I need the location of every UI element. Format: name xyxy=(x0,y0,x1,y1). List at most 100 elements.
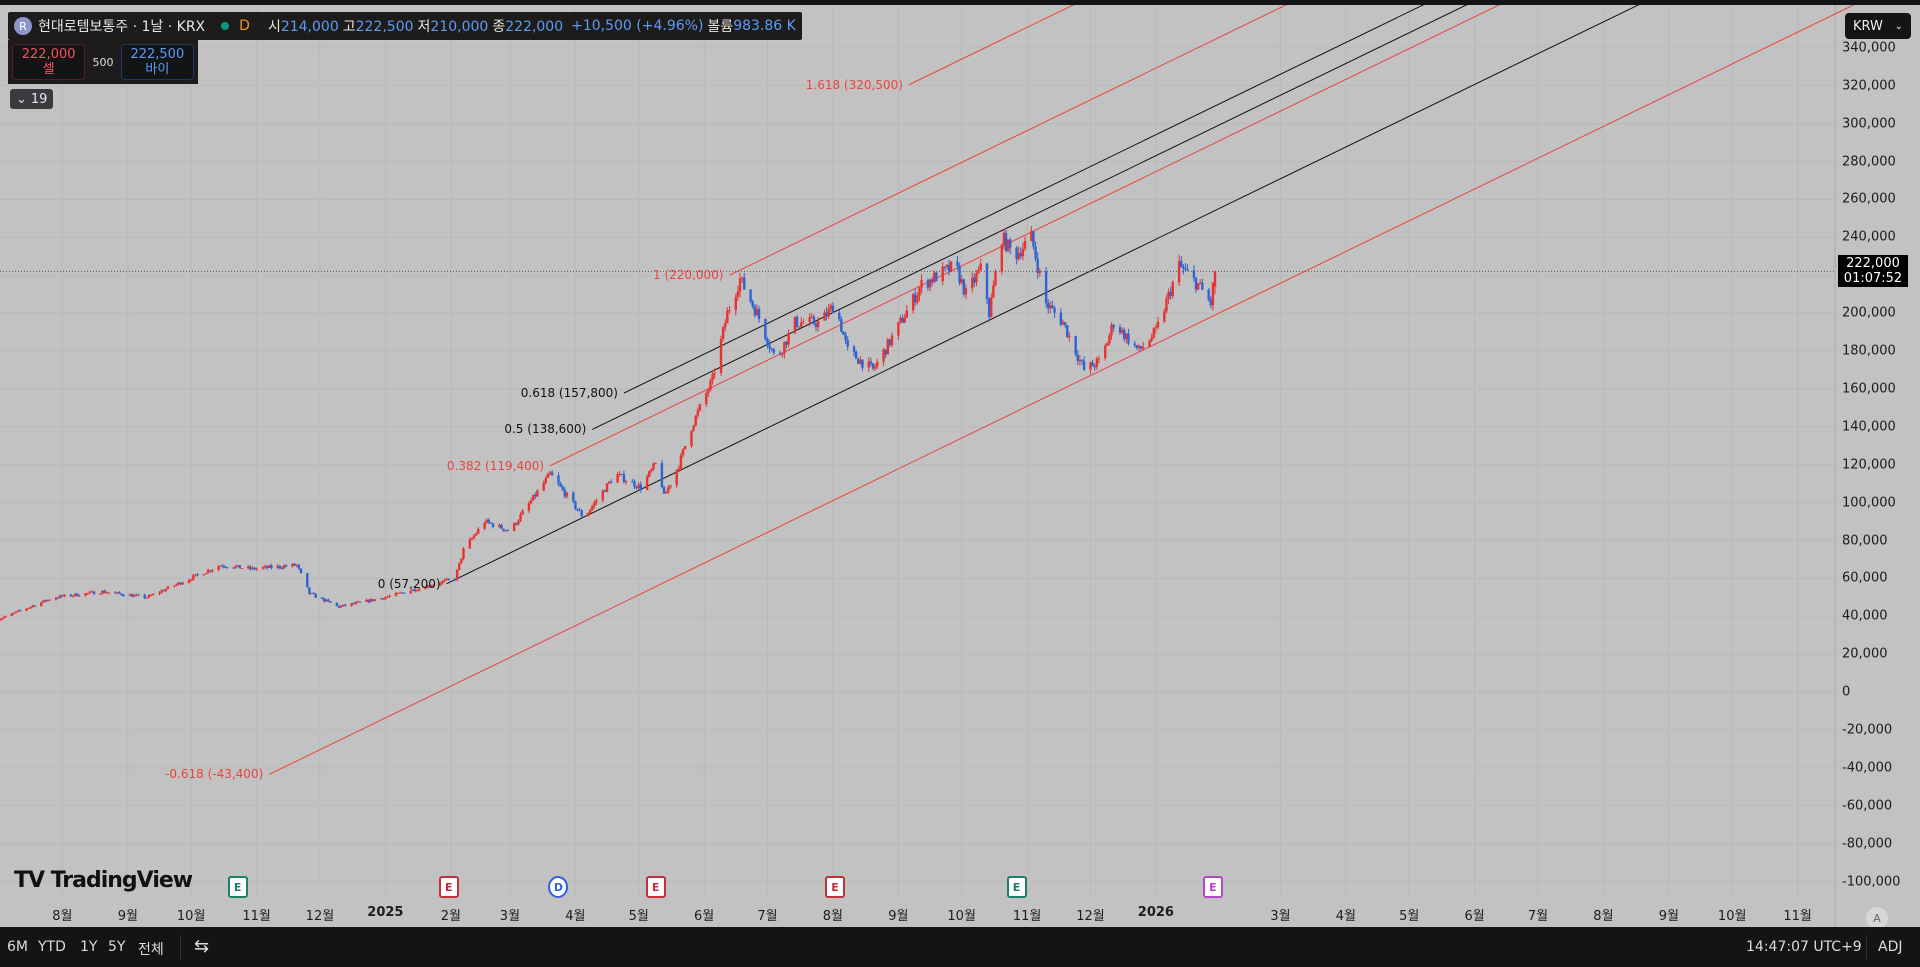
auto-scale-button[interactable]: A xyxy=(1866,907,1888,929)
range-ytd[interactable]: YTD xyxy=(38,939,66,955)
chart-pane[interactable]: 340,000 320,000 300,000 280,000 260,000 240,0… xyxy=(0,5,1920,929)
divider xyxy=(1866,935,1867,959)
candle-body xyxy=(734,296,738,311)
time-tick: 7월 xyxy=(1527,909,1549,924)
candle-body xyxy=(388,595,391,597)
candle-body xyxy=(814,324,818,328)
price-tick: 0 xyxy=(1842,684,1851,700)
goto-date-icon[interactable]: ⇆ xyxy=(194,936,209,957)
candle-body xyxy=(453,579,457,581)
range-all[interactable]: 전체 xyxy=(138,939,164,959)
candle-body xyxy=(255,568,258,570)
candle-body xyxy=(325,599,328,602)
candle-body xyxy=(603,490,607,492)
candle-body xyxy=(268,565,271,568)
candle-body xyxy=(669,485,672,488)
currency-select[interactable]: KRW ⌄ xyxy=(1845,13,1911,39)
candle-body xyxy=(743,277,746,290)
candle-body xyxy=(903,317,906,323)
candle-body xyxy=(588,509,592,514)
adj-toggle[interactable]: ADJ xyxy=(1878,939,1903,955)
clock[interactable]: 14:47:07 UTC+9 xyxy=(1746,939,1862,955)
candle-body xyxy=(500,524,503,529)
candle-body xyxy=(187,579,191,583)
candle-body xyxy=(107,592,111,594)
candle-body xyxy=(785,341,788,345)
candle-body xyxy=(576,508,579,511)
candle-body xyxy=(306,573,309,588)
candle-body xyxy=(772,349,776,353)
candle-body xyxy=(1148,340,1151,347)
candle-body xyxy=(386,596,389,598)
time-tick: 2025 xyxy=(367,905,404,920)
fib-channel-line xyxy=(446,5,1640,585)
candle-body xyxy=(916,295,919,303)
time-tick: 8월 xyxy=(52,909,73,924)
trade-panel: 222,000 셀 500 222,500 바이 xyxy=(8,40,198,84)
range-5y[interactable]: 5Y xyxy=(108,939,125,955)
earnings-marker[interactable]: E xyxy=(1006,876,1027,898)
candle-body xyxy=(867,361,871,368)
candle-body xyxy=(527,503,531,511)
earnings-marker[interactable]: E xyxy=(645,876,666,898)
candle-body xyxy=(164,589,168,592)
candle-body xyxy=(379,598,383,600)
candle-body xyxy=(637,484,640,489)
candle-body xyxy=(755,309,759,316)
candle-body xyxy=(926,280,930,288)
range-1y[interactable]: 1Y xyxy=(80,939,97,955)
candle-body xyxy=(854,351,858,359)
candle-body xyxy=(59,595,62,598)
earnings-marker[interactable]: E xyxy=(1202,876,1223,898)
earnings-marker[interactable]: E xyxy=(438,876,459,898)
price-tick: 140,000 xyxy=(1842,419,1896,435)
candle-body xyxy=(0,618,3,620)
candle-body xyxy=(147,595,151,598)
candle-body xyxy=(595,500,598,503)
dividend-marker[interactable]: D xyxy=(548,876,569,898)
last-price-label: 222,000 01:07:52 xyxy=(1838,255,1908,288)
earnings-marker[interactable]: E xyxy=(825,876,846,898)
price-tick: 160,000 xyxy=(1842,381,1896,397)
quantity[interactable]: 500 xyxy=(91,56,114,69)
candle-body xyxy=(10,613,13,616)
candle-body xyxy=(189,579,193,581)
time-tick: 9월 xyxy=(117,909,138,924)
candle-body xyxy=(1123,329,1126,340)
candle-body xyxy=(352,603,355,605)
candle-body xyxy=(192,575,195,580)
candle-body xyxy=(572,492,575,502)
indicators-toggle-button[interactable]: ⌄ 19 xyxy=(10,89,54,109)
chart-canvas[interactable] xyxy=(0,5,1920,927)
earnings-marker[interactable]: E xyxy=(227,876,248,898)
candle-body xyxy=(403,592,406,594)
candle-body xyxy=(474,533,478,536)
candle-body xyxy=(979,263,982,270)
candle-body xyxy=(1135,345,1139,348)
candle-body xyxy=(297,564,301,569)
candle-body xyxy=(1080,359,1084,362)
candle-body xyxy=(337,605,341,608)
fib-channel-line xyxy=(269,5,1855,775)
candle-body xyxy=(1019,252,1022,257)
symbol-legend[interactable]: R 현대로템보통주 · 1날 · KRX D 시214,000 고222,500 저… xyxy=(8,12,802,40)
candle-body xyxy=(320,597,324,599)
candle-body xyxy=(681,449,685,456)
candle-body xyxy=(578,510,581,512)
candle-body xyxy=(1030,231,1033,242)
sell-button[interactable]: 222,000 셀 xyxy=(12,44,86,80)
candle-body xyxy=(1066,325,1069,338)
candle-body xyxy=(502,528,505,531)
candle-body xyxy=(42,600,45,603)
candle-body xyxy=(1209,299,1212,306)
candle-body xyxy=(367,599,370,603)
candle-body xyxy=(1213,271,1217,287)
candle-body xyxy=(888,339,892,346)
buy-button[interactable]: 222,500 바이 xyxy=(120,44,194,80)
candle-body xyxy=(1053,308,1056,313)
candle-body xyxy=(1112,325,1115,328)
symbol-title[interactable]: 현대로템보통주 · 1날 · KRX xyxy=(38,16,205,36)
ohlc-value: 222,000 xyxy=(505,19,564,35)
candle-body xyxy=(329,601,332,603)
range-6m[interactable]: 6M xyxy=(7,939,28,955)
